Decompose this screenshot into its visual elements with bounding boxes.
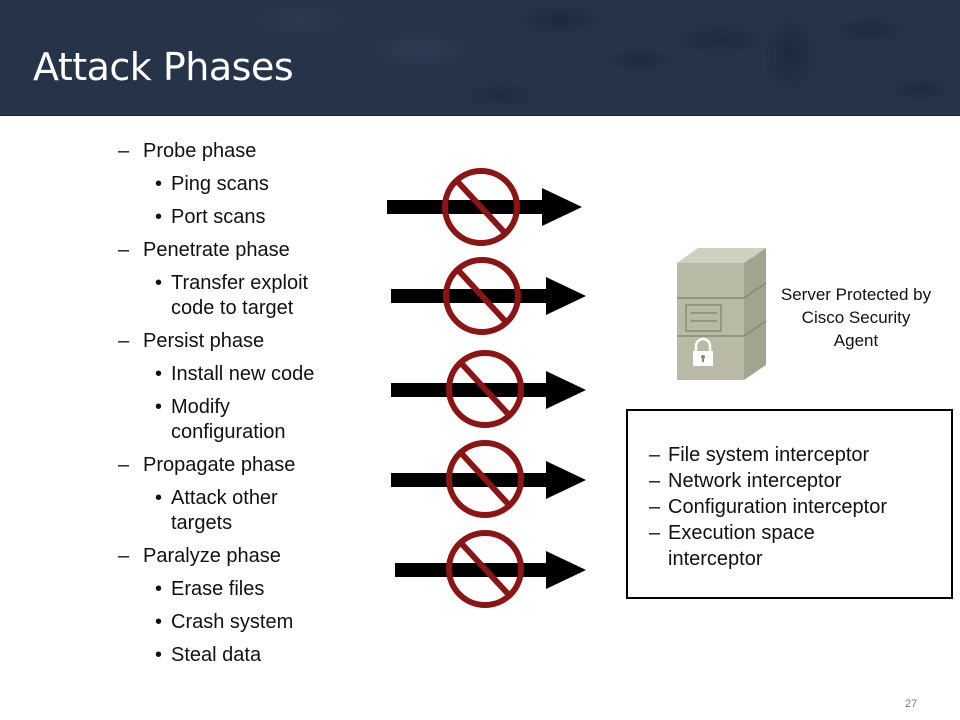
locked-server-icon	[677, 248, 767, 380]
dash-marker: –	[649, 470, 661, 492]
blocked-arrow-icon	[391, 440, 586, 518]
phase-item: – Penetrate phase	[118, 238, 378, 263]
phase-label: Propagate phase	[143, 454, 296, 476]
interceptor-box: – File system interceptor – Network interc…	[626, 409, 953, 599]
phase-subitem: • Port scans	[118, 205, 378, 230]
interceptor-item: – Configuration interceptor	[649, 494, 949, 520]
bullet-marker: •	[155, 487, 163, 509]
subitem-label: Port scans	[171, 206, 266, 228]
bullet-marker: •	[155, 578, 163, 600]
interceptor-label: File system interceptor	[668, 444, 870, 466]
subitem-label: Attack other targets	[171, 487, 278, 534]
blocked-arrow-icon	[391, 257, 586, 335]
phase-item: – Probe phase	[118, 139, 378, 164]
subitem-label: Steal data	[171, 644, 262, 666]
dash-marker: –	[118, 454, 130, 476]
dash-marker: –	[649, 444, 661, 466]
dash-marker: –	[649, 522, 661, 544]
subitem-label: Erase files	[171, 578, 265, 600]
phase-label: Persist phase	[143, 330, 265, 352]
blocked-arrow-icon	[395, 530, 586, 608]
bullet-marker: •	[155, 396, 163, 418]
bullet-marker: •	[155, 173, 163, 195]
phase-item: – Persist phase	[118, 329, 378, 354]
interceptor-label: Configuration interceptor	[668, 496, 888, 518]
dash-marker: –	[118, 330, 130, 352]
interceptor-label: Network interceptor	[668, 470, 842, 492]
interceptor-item: – Network interceptor	[649, 468, 949, 494]
subitem-label: Transfer exploit code to target	[171, 272, 309, 319]
phase-subitem: • Ping scans	[118, 172, 378, 197]
phase-label: Probe phase	[143, 140, 257, 162]
phase-label: Penetrate phase	[143, 239, 290, 261]
interceptor-list: – File system interceptor – Network interc…	[649, 442, 949, 572]
bullet-marker: •	[155, 272, 163, 294]
subitem-label: Install new code	[171, 363, 315, 385]
phase-subitem: • Attack other targets	[118, 486, 378, 536]
slide-header: Attack Phases	[0, 0, 960, 116]
bullet-marker: •	[155, 644, 163, 666]
subitem-label: Crash system	[171, 611, 294, 633]
phase-subitem: • Modify configuration	[118, 395, 378, 445]
phase-subitem: • Install new code	[118, 362, 378, 387]
dash-marker: –	[649, 496, 661, 518]
dash-marker: –	[118, 545, 130, 567]
phase-subitem: • Steal data	[118, 643, 378, 668]
phase-label: Paralyze phase	[143, 545, 281, 567]
slide-title: Attack Phases	[33, 45, 294, 89]
phase-subitem: • Crash system	[118, 610, 378, 635]
bullet-marker: •	[155, 611, 163, 633]
blocked-arrow-icon	[391, 350, 586, 428]
subitem-label: Ping scans	[171, 173, 269, 195]
phase-subitem: • Transfer exploit code to target	[118, 271, 401, 321]
dash-marker: –	[118, 140, 130, 162]
attack-phase-outline: – Probe phase • Ping scans • Port scans – Pe…	[118, 139, 378, 668]
phase-item: – Propagate phase	[118, 453, 378, 478]
phase-subitem: • Erase files	[118, 577, 378, 602]
page-number: 27	[905, 698, 918, 710]
interceptor-item: – Execution space interceptor	[649, 520, 949, 572]
bullet-marker: •	[155, 363, 163, 385]
bullet-marker: •	[155, 206, 163, 228]
subitem-label: Modify configuration	[171, 396, 286, 443]
blocked-arrow-icon	[387, 168, 582, 246]
interceptor-item: – File system interceptor	[649, 442, 949, 468]
interceptor-label: Execution space interceptor	[668, 522, 815, 570]
server-label: Server Protected by Cisco Security Agent	[780, 285, 932, 350]
phase-item: – Paralyze phase	[118, 544, 378, 569]
dash-marker: –	[118, 239, 130, 261]
